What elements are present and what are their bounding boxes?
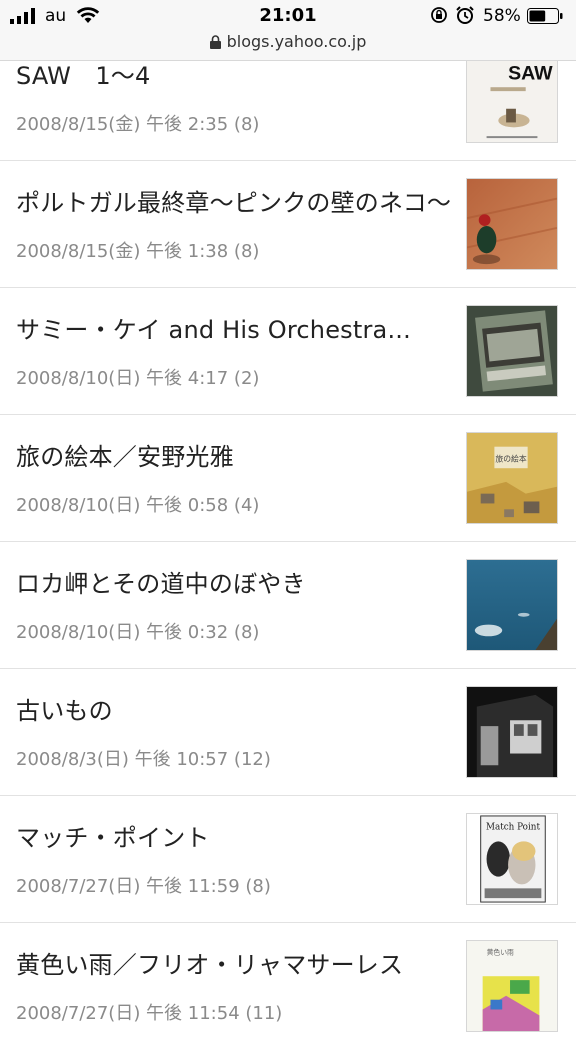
rotation-lock-icon <box>430 6 448 28</box>
list-item[interactable]: ポルトガル最終章〜ピンクの壁のネコ〜 2008/8/15(金) 午後 1:38 … <box>0 161 576 288</box>
match-point-poster-thumbnail[interactable]: Match Point <box>466 813 558 905</box>
status-bar: au 21:01 58% blogs.yahoo.co.jp <box>0 0 576 61</box>
list-item[interactable]: 古いもの 2008/8/3(日) 午後 10:57 (12) <box>0 669 576 796</box>
list-item[interactable]: ロカ岬とその道中のぼやき 2008/8/10(日) 午後 0:32 (8) <box>0 542 576 669</box>
post-meta: 2008/8/10(日) 午後 0:32 (8) <box>16 622 260 643</box>
post-title[interactable]: サミー・ケイ and His Orchestra... <box>16 310 411 345</box>
list-item[interactable]: 黄色い雨／フリオ・リャマサーレス 2008/7/27(日) 午後 11:54 (… <box>0 923 576 1050</box>
post-meta: 2008/7/27(日) 午後 11:59 (8) <box>16 876 271 897</box>
lock-icon <box>209 34 221 53</box>
post-title[interactable]: SAW 1〜4 <box>16 56 150 91</box>
alarm-icon <box>455 5 475 29</box>
post-title[interactable]: 黄色い雨／フリオ・リャマサーレス <box>16 945 403 980</box>
thumb-text: Match Point <box>486 823 541 833</box>
rooster-figurine-thumbnail[interactable] <box>466 178 558 270</box>
battery-percent: 58% <box>483 6 521 26</box>
post-meta: 2008/8/15(金) 午後 2:35 (8) <box>16 114 260 135</box>
picture-book-thumbnail[interactable]: 旅の絵本 <box>466 432 558 524</box>
post-title[interactable]: マッチ・ポイント <box>16 818 210 853</box>
url-bar[interactable]: blogs.yahoo.co.jp <box>0 32 576 53</box>
url-text: blogs.yahoo.co.jp <box>226 32 367 51</box>
thumb-text: 旅の絵本 <box>495 453 526 463</box>
saw-poster-thumbnail[interactable]: SAW <box>466 51 558 143</box>
post-meta: 2008/8/15(金) 午後 1:38 (8) <box>16 241 260 262</box>
post-meta: 2008/8/10(日) 午後 0:58 (4) <box>16 495 260 516</box>
old-building-thumbnail[interactable] <box>466 686 558 778</box>
post-title[interactable]: ポルトガル最終章〜ピンクの壁のネコ〜 <box>16 183 451 218</box>
book-cover-thumbnail[interactable]: 黄色い雨 <box>466 940 558 1032</box>
battery-icon <box>527 8 563 28</box>
ocean-cliff-thumbnail[interactable] <box>466 559 558 651</box>
post-title[interactable]: 旅の絵本／安野光雅 <box>16 437 234 472</box>
list-item[interactable]: 旅の絵本／安野光雅 2008/8/10(日) 午後 0:58 (4) 旅の絵本 <box>0 415 576 542</box>
list-item[interactable]: サミー・ケイ and His Orchestra... 2008/8/10(日)… <box>0 288 576 415</box>
post-meta: 2008/7/27(日) 午後 11:54 (11) <box>16 1003 283 1024</box>
post-meta: 2008/8/3(日) 午後 10:57 (12) <box>16 749 271 770</box>
thumb-text: SAW <box>508 62 553 84</box>
list-item[interactable]: マッチ・ポイント 2008/7/27(日) 午後 11:59 (8) Match… <box>0 796 576 923</box>
post-title[interactable]: ロカ岬とその道中のぼやき <box>16 564 306 599</box>
thumb-text: 黄色い雨 <box>487 948 514 957</box>
post-title[interactable]: 古いもの <box>16 691 113 726</box>
record-jacket-thumbnail[interactable] <box>466 305 558 397</box>
post-meta: 2008/8/10(日) 午後 4:17 (2) <box>16 368 260 389</box>
